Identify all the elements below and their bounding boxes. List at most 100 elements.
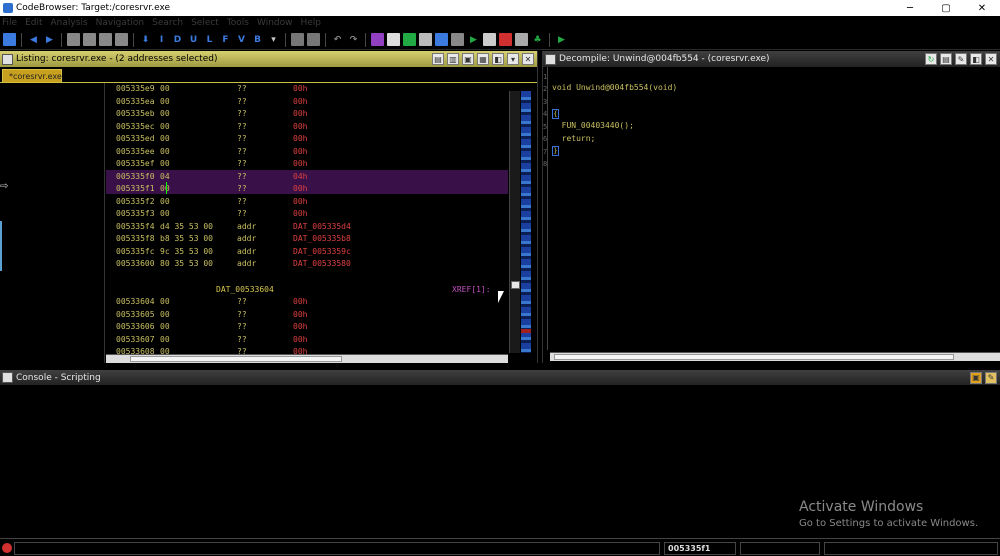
save-icon[interactable] xyxy=(3,33,16,46)
edit-icon[interactable]: ✎ xyxy=(955,53,967,65)
table-row[interactable]: 00533607 00 ?? 00h xyxy=(106,333,508,345)
nav-data-letter[interactable]: D xyxy=(171,33,184,46)
grid-icon[interactable] xyxy=(387,33,400,46)
listing-horizontal-scrollbar[interactable] xyxy=(106,354,508,363)
data-type-icon[interactable] xyxy=(403,33,416,46)
listing-vertical-scrollbar[interactable] xyxy=(509,91,520,353)
listing-overview-bar[interactable] xyxy=(521,91,531,353)
menu-navigation[interactable]: Navigation xyxy=(96,18,145,28)
table-row[interactable]: 005335ed 00 ?? 00h xyxy=(106,132,508,144)
lock-icon[interactable]: ▣ xyxy=(970,371,982,384)
tree-icon[interactable]: ♣ xyxy=(531,33,544,46)
panel-close-icon[interactable]: ✕ xyxy=(985,53,997,65)
nav-value-letter[interactable]: V xyxy=(235,33,248,46)
snapshot-icon[interactable]: ◧ xyxy=(970,53,982,65)
nav-instruction-letter[interactable]: I xyxy=(155,33,168,46)
run-script-icon[interactable]: ▶ xyxy=(467,33,480,46)
minimize-icon[interactable]: ─ xyxy=(892,0,928,16)
menu-file[interactable]: File xyxy=(2,18,17,28)
listing-code[interactable]: 005335e9 00 ?? 00h 005335ea 00 ?? 00h 00… xyxy=(106,83,508,355)
forward-arrow-icon[interactable]: ▶ xyxy=(43,33,56,46)
menu-window[interactable]: Window xyxy=(257,18,293,28)
nav-undefined-letter[interactable]: U xyxy=(187,33,200,46)
panel-close-icon[interactable]: ✕ xyxy=(522,53,534,65)
refresh-icon[interactable]: ↻ xyxy=(925,53,937,65)
nav-label-icon[interactable] xyxy=(115,33,128,46)
row-operand[interactable]: DAT_0053359c xyxy=(293,247,351,256)
back-arrow-icon[interactable]: ◀ xyxy=(27,33,40,46)
table-row[interactable]: 005335f2 00 ?? 00h xyxy=(106,195,508,207)
nav-instruction-icon[interactable] xyxy=(83,33,96,46)
row-operand[interactable]: DAT_00533580 xyxy=(293,259,351,268)
menu-tools[interactable]: Tools xyxy=(227,18,249,28)
checksum-icon[interactable] xyxy=(483,33,496,46)
snapshot-icon[interactable]: ◧ xyxy=(492,53,504,65)
row-operand[interactable]: DAT_005335d4 xyxy=(293,222,351,231)
close-brace[interactable]: } xyxy=(552,146,559,156)
close-icon[interactable]: ✕ xyxy=(964,0,1000,16)
down-arrow-icon[interactable]: ⬇ xyxy=(139,33,152,46)
menu-analysis[interactable]: Analysis xyxy=(51,18,88,28)
table-row[interactable]: 005335f4 d4 35 53 00 addr DAT_005335d4 xyxy=(106,220,508,232)
decompile-view[interactable]: 1 2 void Unwind@004fb554(void) 3 4 { 5 F… xyxy=(543,67,1000,363)
nav-label-letter[interactable]: L xyxy=(203,33,216,46)
function-call[interactable]: FUN_00403440(); xyxy=(552,121,634,130)
table-row[interactable]: 00533606 00 ?? 00h xyxy=(106,320,508,332)
table-row[interactable]: 005335eb 00 ?? 00h xyxy=(106,107,508,119)
table-row[interactable]: 00533605 00 ?? 00h xyxy=(106,308,508,320)
decompile-horizontal-scrollbar[interactable] xyxy=(550,352,1000,361)
table-row[interactable]: 005335ec 00 ?? 00h xyxy=(106,120,508,132)
paste-icon[interactable]: ▥ xyxy=(447,53,459,65)
debugger-run-icon[interactable]: ▶ xyxy=(555,33,568,46)
table-row[interactable]: 00533600 80 35 53 00 addr DAT_00533580 xyxy=(106,257,508,269)
menu-edit[interactable]: Edit xyxy=(25,18,42,28)
field-edit-icon[interactable]: ▣ xyxy=(462,53,474,65)
table-row[interactable]: 005335f8 b8 35 53 00 addr DAT_005335b8 xyxy=(106,232,508,244)
nav-data-icon[interactable] xyxy=(67,33,80,46)
open-brace[interactable]: { xyxy=(552,109,559,119)
copy-icon[interactable]: ▤ xyxy=(940,53,952,65)
status-error-icon[interactable] xyxy=(2,542,12,553)
table-row[interactable]: 005335f3 00 ?? 00h xyxy=(106,207,508,219)
table-row[interactable]: 00533604 00 ?? 00h xyxy=(106,295,508,307)
data-label[interactable]: DAT_00533604 xyxy=(216,285,274,294)
label-row[interactable]: DAT_00533604 XREF[1]: xyxy=(106,283,508,295)
pencil-icon[interactable] xyxy=(371,33,384,46)
table-row[interactable]: 005335ea 00 ?? 00h xyxy=(106,95,508,107)
nav-function-letter[interactable]: F xyxy=(219,33,232,46)
nav-undefined-icon[interactable] xyxy=(99,33,112,46)
stop-icon[interactable] xyxy=(499,33,512,46)
table-row[interactable]: 005335e9 00 ?? 00h xyxy=(106,83,508,94)
xref-link[interactable]: XREF[1]: xyxy=(452,285,491,294)
row-operand[interactable]: DAT_005335b8 xyxy=(293,234,351,243)
menu-select[interactable]: Select xyxy=(191,18,219,28)
table-row[interactable]: 005335ef 00 ?? 00h xyxy=(106,157,508,169)
function-signature[interactable]: void Unwind@004fb554(void) xyxy=(552,83,677,92)
maximize-icon[interactable]: ▢ xyxy=(928,0,964,16)
script-manager-icon[interactable] xyxy=(435,33,448,46)
scrollbar-thumb[interactable] xyxy=(130,356,342,362)
nav-bookmark-letter[interactable]: B xyxy=(251,33,264,46)
clear-console-icon[interactable]: ✎ xyxy=(985,371,997,384)
function-graph-icon[interactable] xyxy=(451,33,464,46)
scrollbar-thumb[interactable] xyxy=(511,281,520,289)
table-row[interactable]: 005335fc 9c 35 53 00 addr DAT_0053359c xyxy=(106,245,508,257)
scrollbar-thumb[interactable] xyxy=(554,354,954,360)
table-row-selected[interactable]: 005335f0 04 ?? 04h xyxy=(106,170,508,182)
listing-view[interactable]: ⇨ 005335e9 00 ?? 00h 005335ea 00 ?? 00h … xyxy=(0,83,537,363)
dropdown-icon[interactable]: ▾ xyxy=(267,33,280,46)
menu-search[interactable]: Search xyxy=(152,18,183,28)
copy-icon[interactable]: ▤ xyxy=(432,53,444,65)
return-statement[interactable]: return; xyxy=(552,134,596,143)
memory-map-icon[interactable] xyxy=(307,33,320,46)
bookmark-icon[interactable] xyxy=(515,33,528,46)
redo-icon[interactable]: ↷ xyxy=(347,33,360,46)
edit-layout-icon[interactable]: ▦ xyxy=(477,53,489,65)
tab-coresrvr[interactable]: *coresrvr.exe xyxy=(2,69,62,83)
table-row[interactable]: 005335ee 00 ?? 00h xyxy=(106,145,508,157)
undo-icon[interactable]: ↶ xyxy=(331,33,344,46)
table-row-selected[interactable]: 005335f1 00 ?? 00h xyxy=(106,182,508,194)
listing-menu-icon[interactable]: ▾ xyxy=(507,53,519,65)
menu-help[interactable]: Help xyxy=(301,18,322,28)
tool-options-icon[interactable] xyxy=(291,33,304,46)
